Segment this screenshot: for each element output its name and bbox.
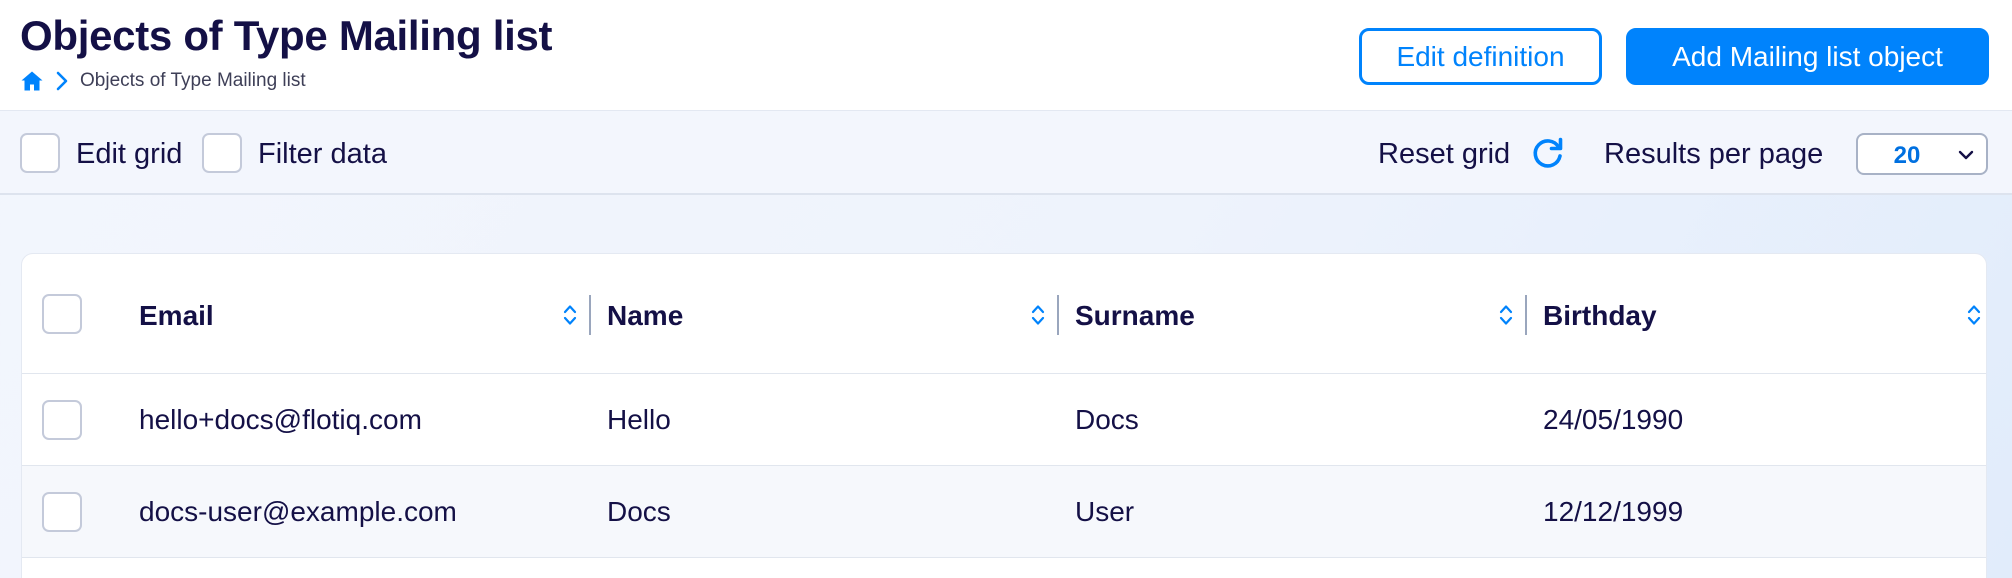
column-header-name[interactable]: Name (607, 300, 683, 332)
cell-name: Hello (607, 404, 671, 435)
chevron-right-icon (54, 70, 70, 92)
column-header-birthday[interactable]: Birthday (1543, 300, 1657, 332)
select-all-checkbox[interactable] (42, 294, 82, 334)
objects-table: Email Name Surname Birthday hello+docs@f… (21, 253, 1987, 578)
row-checkbox[interactable] (42, 400, 82, 440)
home-icon[interactable] (20, 69, 44, 93)
cell-surname: User (1075, 496, 1135, 527)
page-title: Objects of Type Mailing list (20, 12, 553, 59)
cell-email: hello+docs@flotiq.com (139, 404, 422, 435)
sort-icon[interactable] (1499, 303, 1513, 327)
grid-toolbar: Edit grid Filter data Reset grid Results… (0, 111, 2012, 195)
edit-grid-label[interactable]: Edit grid (76, 138, 182, 171)
filter-data-label[interactable]: Filter data (258, 138, 387, 171)
column-header-surname[interactable]: Surname (1075, 300, 1195, 332)
breadcrumb: Objects of Type Mailing list (20, 68, 306, 94)
table-row[interactable]: docs-user@example.com Docs User 12/12/19… (22, 466, 1986, 558)
results-per-page-label: Results per page (1604, 138, 1824, 170)
column-header-email[interactable]: Email (139, 300, 214, 332)
breadcrumb-current[interactable]: Objects of Type Mailing list (80, 70, 306, 92)
row-checkbox[interactable] (42, 492, 82, 532)
sort-icon[interactable] (1967, 303, 1981, 327)
table-row[interactable]: hello+docs@flotiq.com Hello Docs 24/05/1… (22, 374, 1986, 466)
reset-grid-label[interactable]: Reset grid (1378, 138, 1510, 171)
cell-birthday: 12/12/1999 (1543, 496, 1684, 527)
refresh-icon[interactable] (1530, 135, 1566, 171)
cell-birthday: 24/05/1990 (1543, 404, 1684, 435)
filter-data-checkbox[interactable] (202, 133, 242, 173)
results-per-page-select[interactable]: 20 (1856, 133, 1988, 175)
column-resize-handle[interactable] (1057, 295, 1059, 335)
cell-surname: Docs (1075, 404, 1139, 435)
sort-icon[interactable] (563, 303, 577, 327)
column-resize-handle[interactable] (589, 295, 591, 335)
sort-icon[interactable] (1031, 303, 1045, 327)
table-header: Email Name Surname Birthday (22, 254, 1986, 374)
chevron-down-icon (1958, 148, 1974, 160)
page-header: Objects of Type Mailing list Objects of … (0, 0, 2012, 111)
edit-grid-checkbox[interactable] (20, 133, 60, 173)
edit-definition-button[interactable]: Edit definition (1359, 28, 1602, 85)
add-mailing-list-object-button[interactable]: Add Mailing list object (1626, 28, 1989, 85)
cell-email: docs-user@example.com (139, 496, 457, 527)
cell-name: Docs (607, 496, 671, 527)
column-resize-handle[interactable] (1525, 295, 1527, 335)
results-per-page-value: 20 (1893, 142, 1921, 169)
